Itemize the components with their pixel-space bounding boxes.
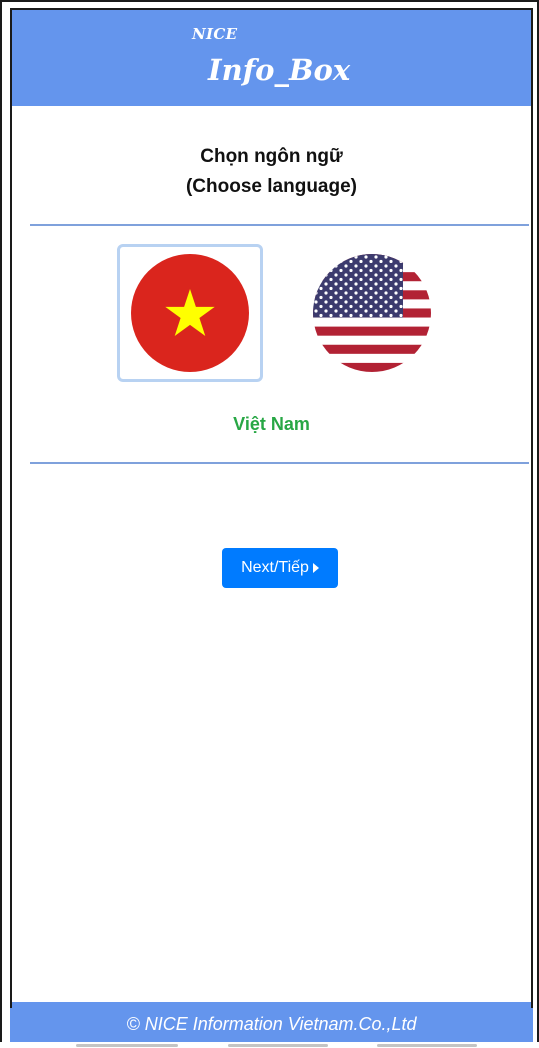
app-window: NICE Info_Box Chọn ngôn ngữ (Choose lang… <box>0 0 539 1048</box>
brand-company: NICE <box>192 25 238 43</box>
language-option-vietnam[interactable] <box>117 244 263 382</box>
selected-language-label: Việt Nam <box>233 414 310 434</box>
choose-language-title-en: (Choose language) <box>185 176 357 197</box>
nav-back[interactable] <box>377 1044 477 1047</box>
language-option-english[interactable] <box>299 244 445 382</box>
footer-copyright: © NICE Information Vietnam.Co.,Ltd <box>126 1014 417 1034</box>
vietnam-flag-icon <box>131 254 249 372</box>
system-nav-bar <box>0 1042 539 1048</box>
nav-home[interactable] <box>228 1044 328 1047</box>
next-button-label: Next/Tiếp <box>241 559 309 576</box>
nav-recent-apps[interactable] <box>76 1044 178 1047</box>
bottom-divider <box>30 462 529 464</box>
choose-language-title-vi: Chọn ngôn ngữ <box>200 146 343 167</box>
next-button[interactable]: Next/Tiếp <box>222 548 338 588</box>
brand-title: Info_Box <box>208 53 351 87</box>
caret-right-icon <box>312 563 319 573</box>
usa-flag-icon <box>313 254 431 372</box>
app-footer: © NICE Information Vietnam.Co.,Ltd <box>10 1002 533 1046</box>
app-header: NICE Info_Box <box>10 9 533 106</box>
top-divider <box>30 224 529 226</box>
